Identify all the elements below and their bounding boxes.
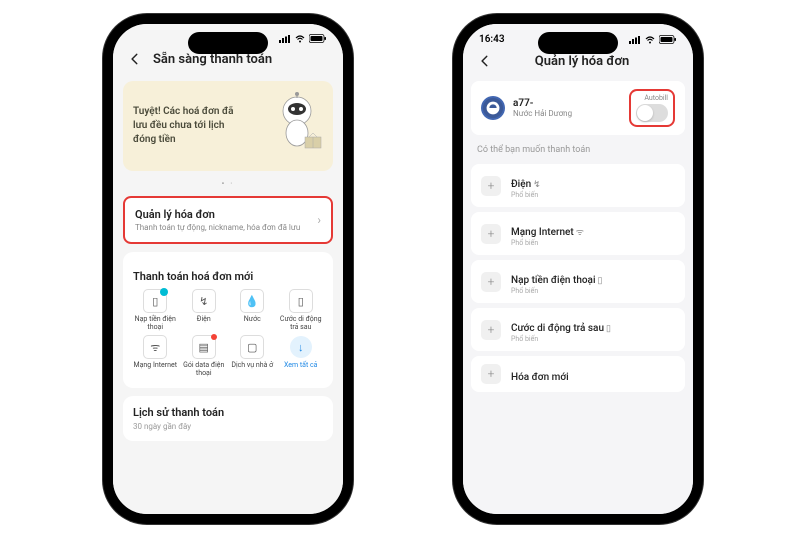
signal-icon (629, 36, 641, 44)
badge-new (160, 288, 168, 296)
electric-icon: ↯ (192, 289, 216, 313)
manage-sub: Thanh toán tự động, nickname, hóa đơn đã… (135, 223, 300, 232)
list-item-internet[interactable]: + Mạng Internetᯤ Phổ biến (471, 212, 685, 255)
grid-item-topup[interactable]: ▯ Nạp tiền điện thoại (133, 289, 178, 331)
grid-label: Xem tất cả (284, 362, 317, 370)
list-title: Cước di động trả sau (511, 323, 604, 334)
avatar (481, 96, 505, 120)
grid-item-postpaid[interactable]: ▯ Cước di động trả sau (279, 289, 324, 331)
electric-icon: ↯ (533, 180, 541, 190)
list-title: Nạp tiền điện thoại (511, 275, 596, 286)
grid-item-data[interactable]: ▤ Gói data điện thoại (182, 335, 227, 377)
list-sub: Phổ biến (511, 287, 602, 295)
phone-left: Sẵn sàng thanh toán Tuyệt! Các hoá đơn đ… (103, 14, 353, 524)
bill-category-grid: ▯ Nạp tiền điện thoại ↯ Điện 💧 Nước ▯ Cư… (133, 289, 323, 378)
notch (188, 32, 268, 54)
sim-data-icon: ▤ (192, 335, 216, 359)
list-sub: Phổ biến (511, 335, 611, 343)
grid-label: Nạp tiền điện thoại (133, 316, 178, 331)
screen-right: 16:43 Quản lý hóa đơn a77- Nước Hải Dươn… (463, 24, 693, 514)
list-item-electric[interactable]: + Điện↯ Phổ biến (471, 164, 685, 207)
back-button[interactable] (125, 49, 145, 69)
water-icon: 💧 (240, 289, 264, 313)
wifi-icon: ᯤ (143, 335, 167, 359)
account-name: a77- (513, 98, 572, 109)
plus-icon: + (481, 224, 501, 244)
list-title: Điện (511, 179, 531, 190)
grid-label: Cước di động trả sau (279, 316, 324, 331)
screen-left: Sẵn sàng thanh toán Tuyệt! Các hoá đơn đ… (113, 24, 343, 514)
autobill-label: Autobill (636, 94, 668, 102)
chevron-right-icon: › (317, 213, 321, 227)
account-location: Nước Hải Dương (513, 109, 572, 118)
grid-item-internet[interactable]: ᯤ Mạng Internet (133, 335, 178, 377)
wifi-icon (644, 36, 656, 44)
battery-icon (659, 35, 677, 44)
manage-invoice-card[interactable]: Quản lý hóa đơn Thanh toán tự động, nick… (123, 196, 333, 244)
plus-icon: + (481, 272, 501, 292)
home-service-icon: ▢ (240, 335, 264, 359)
badge-hot (211, 334, 217, 340)
plus-icon: + (481, 320, 501, 340)
page-indicator: • · (113, 179, 343, 188)
manage-title: Quản lý hóa đơn (135, 208, 300, 221)
phone-topup-icon: ▯ (143, 289, 167, 313)
grid-label: Nước (244, 316, 261, 324)
list-title: Hóa đơn mới (511, 372, 569, 383)
account-row: a77- Nước Hải Dương Autobill (471, 81, 685, 135)
list-item-new-bill[interactable]: + Hóa đơn mới (471, 356, 685, 392)
grid-label: Gói data điện thoại (182, 362, 227, 377)
hero-card: Tuyệt! Các hoá đơn đã lưu đều chưa tới l… (123, 81, 333, 171)
list-title: Mạng Internet (511, 227, 574, 238)
view-all-icon: ↓ (289, 335, 313, 359)
history-title: Lịch sử thanh toán (133, 406, 323, 419)
wifi-icon (294, 35, 306, 43)
grid-item-home[interactable]: ▢ Dịch vụ nhà ở (230, 335, 275, 377)
phone-right: 16:43 Quản lý hóa đơn a77- Nước Hải Dươn… (453, 14, 703, 524)
phone-icon: ▯ (598, 276, 603, 286)
list-item-topup[interactable]: + Nạp tiền điện thoại▯ Phổ biến (471, 260, 685, 303)
hero-mascot-image (267, 89, 327, 159)
autobill-section: Autobill (629, 89, 675, 127)
new-bill-card: Thanh toán hoá đơn mới ▯ Nạp tiền điện t… (123, 252, 333, 388)
signal-icon (279, 35, 291, 43)
history-card[interactable]: Lịch sử thanh toán 30 ngày gần đây (123, 396, 333, 441)
list-sub: Phổ biến (511, 239, 584, 247)
grid-label: Điện (197, 316, 211, 324)
plus-icon: + (481, 176, 501, 196)
grid-item-water[interactable]: 💧 Nước (230, 289, 275, 331)
wifi-icon: ᯤ (576, 228, 584, 238)
battery-icon (309, 34, 327, 43)
back-button[interactable] (475, 51, 495, 71)
grid-item-all[interactable]: ↓ Xem tất cả (279, 335, 324, 377)
history-sub: 30 ngày gần đây (133, 422, 323, 431)
list-item-postpaid[interactable]: + Cước di động trả sau▯ Phổ biến (471, 308, 685, 351)
hero-text: Tuyệt! Các hoá đơn đã lưu đều chưa tới l… (133, 105, 243, 147)
list-sub: Phổ biến (511, 191, 541, 199)
grid-label: Dịch vụ nhà ở (231, 362, 273, 370)
grid-item-electric[interactable]: ↯ Điện (182, 289, 227, 331)
page-title: Quản lý hóa đơn (503, 54, 661, 69)
mobile-postpaid-icon: ▯ (289, 289, 313, 313)
autobill-toggle[interactable] (636, 104, 668, 122)
new-bill-title: Thanh toán hoá đơn mới (133, 270, 323, 283)
notch (538, 32, 618, 54)
mobile-icon: ▯ (606, 324, 611, 334)
suggestion-hint: Có thể bạn muốn thanh toán (463, 141, 693, 159)
plus-icon: + (481, 364, 501, 384)
grid-label: Mạng Internet (134, 362, 177, 370)
toggle-knob (637, 105, 653, 121)
